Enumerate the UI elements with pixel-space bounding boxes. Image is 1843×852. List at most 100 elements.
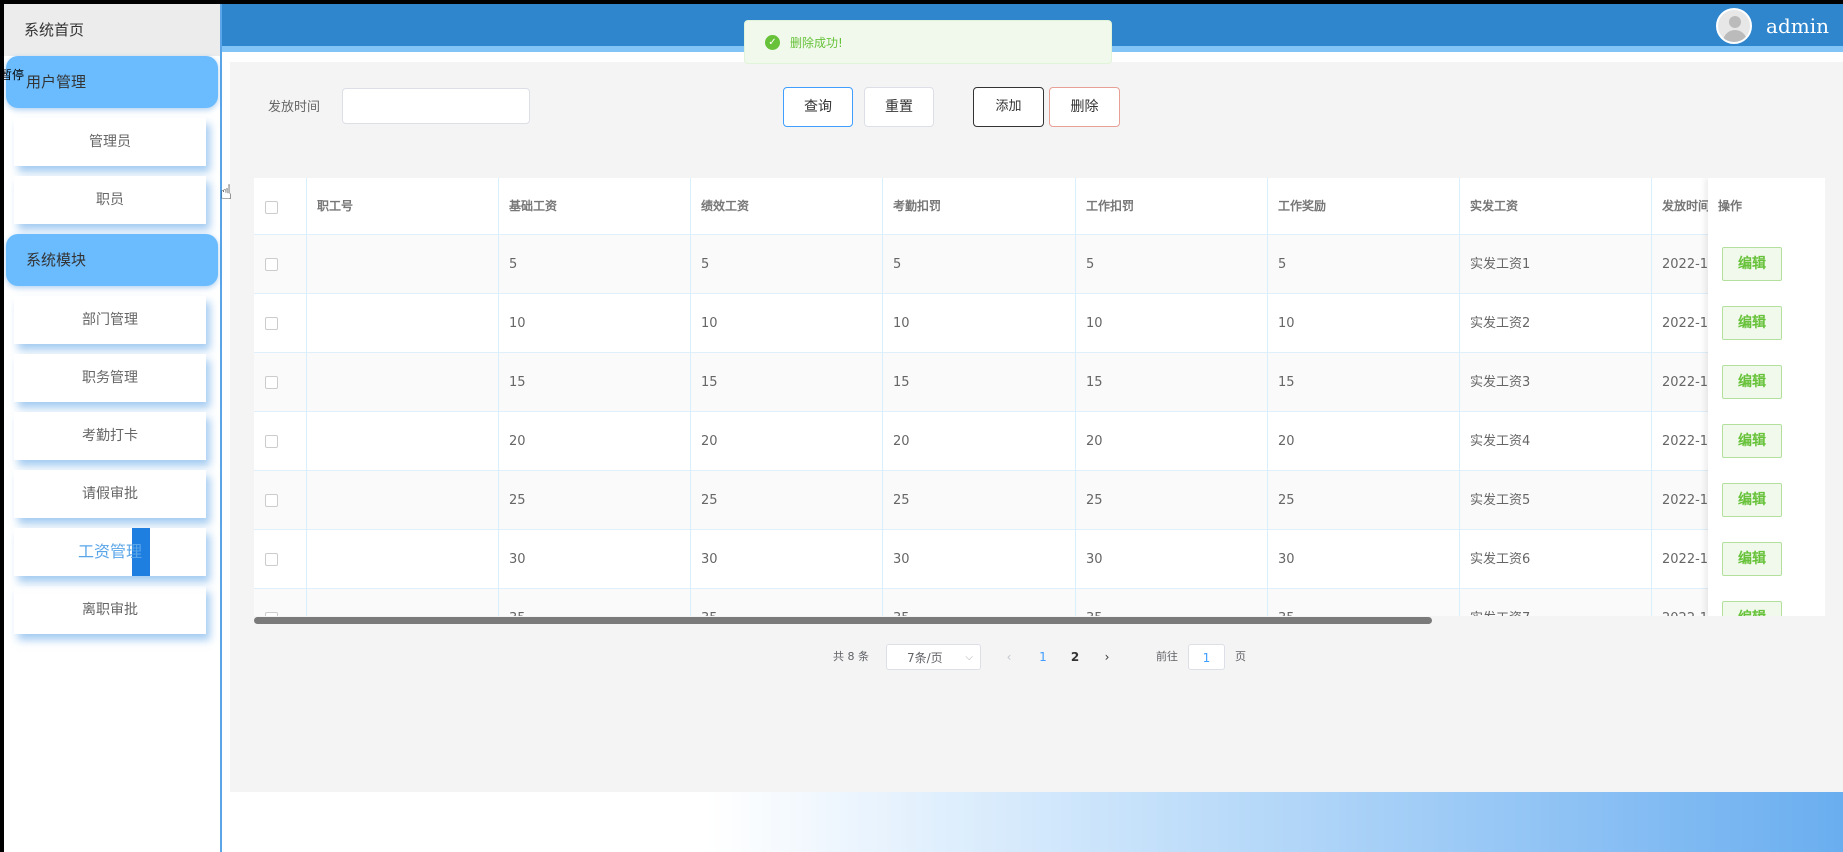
add-button[interactable]: 添加 (973, 87, 1044, 127)
chevron-down-icon: ⌵ (965, 652, 973, 663)
row-checkbox[interactable] (265, 552, 278, 566)
table-row: 30 30 30 30 30 实发工资6 2022-1 (254, 530, 1825, 589)
cell-work-reward: 20 (1268, 412, 1460, 471)
row-select-cell (254, 471, 307, 530)
sidebar-group-system[interactable]: 系统模块 (6, 234, 218, 286)
salary-table: 职工号 基础工资 绩效工资 考勤扣罚 工作扣罚 工作奖励 实发工资 发放时间 5… (254, 178, 1825, 616)
edit-button[interactable]: 编辑 (1722, 601, 1782, 616)
sidebar-group-users[interactable]: 用户管理 (6, 56, 218, 108)
table-row: 20 20 20 20 20 实发工资4 2022-1 (254, 412, 1825, 471)
hand-cursor-icon: ☝ (220, 180, 233, 204)
cell-work-reward: 35 (1268, 589, 1460, 616)
row-checkbox[interactable] (265, 434, 278, 448)
col-header-issue-date[interactable]: 发放时间 (1652, 178, 1712, 237)
col-header-attendance-penalty[interactable]: 考勤扣罚 (883, 178, 1076, 237)
page-unit-label: 页 (1235, 650, 1246, 663)
row-select-cell (254, 353, 307, 412)
horizontal-scrollbar[interactable] (254, 617, 1432, 624)
prev-page-icon[interactable]: ‹ (996, 644, 1022, 670)
cell-work-reward: 10 (1268, 294, 1460, 353)
col-header-actual-salary[interactable]: 实发工资 (1460, 178, 1652, 237)
row-checkbox[interactable] (265, 257, 278, 271)
col-header-operation: 操作 (1718, 199, 1743, 213)
cell-employee-id (307, 294, 499, 353)
table-row: 10 10 10 10 10 实发工资2 2022-1 (254, 294, 1825, 353)
cell-base-salary: 35 (499, 589, 691, 616)
sidebar-item-position[interactable]: 职务管理 (14, 354, 206, 402)
header-select-cell (254, 178, 307, 237)
cell-performance-salary: 5 (691, 235, 883, 294)
page-size-select[interactable]: 7条/页 ⌵ (886, 644, 981, 670)
cell-work-penalty: 15 (1076, 353, 1268, 412)
sidebar-item-staff[interactable]: 职员 (14, 176, 206, 224)
cell-base-salary: 15 (499, 353, 691, 412)
sidebar-item-leave[interactable]: 请假审批 (14, 470, 206, 518)
row-checkbox[interactable] (265, 375, 278, 389)
edit-button[interactable]: 编辑 (1722, 542, 1782, 576)
next-page-icon[interactable]: › (1094, 644, 1120, 670)
issue-date-label: 发放时间 (268, 100, 321, 115)
col-header-work-reward[interactable]: 工作奖励 (1268, 178, 1460, 237)
cell-performance-salary: 35 (691, 589, 883, 616)
cell-base-salary: 20 (499, 412, 691, 471)
row-checkbox[interactable] (265, 493, 278, 507)
col-header-base-salary[interactable]: 基础工资 (499, 178, 691, 237)
goto-page-input[interactable]: 1 (1188, 644, 1225, 670)
cell-base-salary: 5 (499, 235, 691, 294)
username[interactable]: admin (1766, 14, 1829, 38)
cell-actual-salary: 实发工资6 (1460, 530, 1652, 589)
avatar-icon[interactable] (1716, 8, 1753, 44)
edit-button[interactable]: 编辑 (1722, 424, 1782, 458)
sidebar-item-resignation[interactable]: 离职审批 (14, 586, 206, 634)
sidebar-item-department[interactable]: 部门管理 (14, 296, 206, 344)
cell-work-reward: 25 (1268, 471, 1460, 530)
cell-base-salary: 25 (499, 471, 691, 530)
sidebar: 系统首页 暂停 用户管理 管理员 职员 系统模块 部门管理 职务管理 考勤打卡 … (4, 4, 222, 852)
sidebar-item-admin[interactable]: 管理员 (14, 118, 206, 166)
cell-attendance-penalty: 10 (883, 294, 1076, 353)
search-button[interactable]: 查询 (783, 87, 853, 127)
row-checkbox[interactable] (265, 611, 278, 616)
reset-button[interactable]: 重置 (864, 87, 934, 127)
sidebar-item-attendance[interactable]: 考勤打卡 (14, 412, 206, 460)
cell-issue-date: 2022-1 (1652, 235, 1712, 294)
cell-work-reward: 5 (1268, 235, 1460, 294)
goto-label: 前往 (1156, 650, 1178, 663)
row-checkbox[interactable] (265, 316, 278, 330)
cell-performance-salary: 20 (691, 412, 883, 471)
table-header-row: 职工号 基础工资 绩效工资 考勤扣罚 工作扣罚 工作奖励 实发工资 发放时间 (254, 178, 1825, 237)
success-toast: ✓ 删除成功! (744, 20, 1112, 64)
page-1-button[interactable]: 1 (1030, 644, 1056, 670)
edit-button[interactable]: 编辑 (1722, 247, 1782, 281)
cell-attendance-penalty: 35 (883, 589, 1076, 616)
issue-date-input[interactable] (342, 88, 530, 124)
edit-button[interactable]: 编辑 (1722, 365, 1782, 399)
main-panel: 发放时间 查询 重置 添加 删除 职工号 基础工资 绩效工资 考勤扣罚 工作扣罚… (230, 62, 1843, 792)
cell-employee-id (307, 589, 499, 616)
cell-issue-date: 2022-1 (1652, 412, 1712, 471)
delete-button[interactable]: 删除 (1049, 87, 1120, 127)
sidebar-home[interactable]: 系统首页 (4, 4, 220, 56)
col-header-performance-salary[interactable]: 绩效工资 (691, 178, 883, 237)
edit-button[interactable]: 编辑 (1722, 306, 1782, 340)
table-row: 5 5 5 5 5 实发工资1 2022-1 (254, 235, 1825, 294)
cell-work-penalty: 20 (1076, 412, 1268, 471)
user-menu[interactable]: admin (1716, 6, 1829, 46)
sidebar-item-salary[interactable]: 工资管理 (14, 528, 206, 576)
page-2-button[interactable]: 2 (1062, 644, 1088, 670)
edit-button[interactable]: 编辑 (1722, 483, 1782, 517)
cell-work-penalty: 30 (1076, 530, 1268, 589)
col-header-work-penalty[interactable]: 工作扣罚 (1076, 178, 1268, 237)
row-select-cell (254, 412, 307, 471)
cell-work-reward: 30 (1268, 530, 1460, 589)
cell-issue-date: 2022-1 (1652, 530, 1712, 589)
cell-actual-salary: 实发工资1 (1460, 235, 1652, 294)
cell-employee-id (307, 412, 499, 471)
cell-issue-date: 2022-1 (1652, 471, 1712, 530)
cell-base-salary: 30 (499, 530, 691, 589)
toast-message: 删除成功! (790, 35, 843, 50)
col-header-employee-id[interactable]: 职工号 (307, 178, 499, 237)
cell-performance-salary: 15 (691, 353, 883, 412)
select-all-checkbox[interactable] (265, 200, 278, 214)
cell-attendance-penalty: 15 (883, 353, 1076, 412)
